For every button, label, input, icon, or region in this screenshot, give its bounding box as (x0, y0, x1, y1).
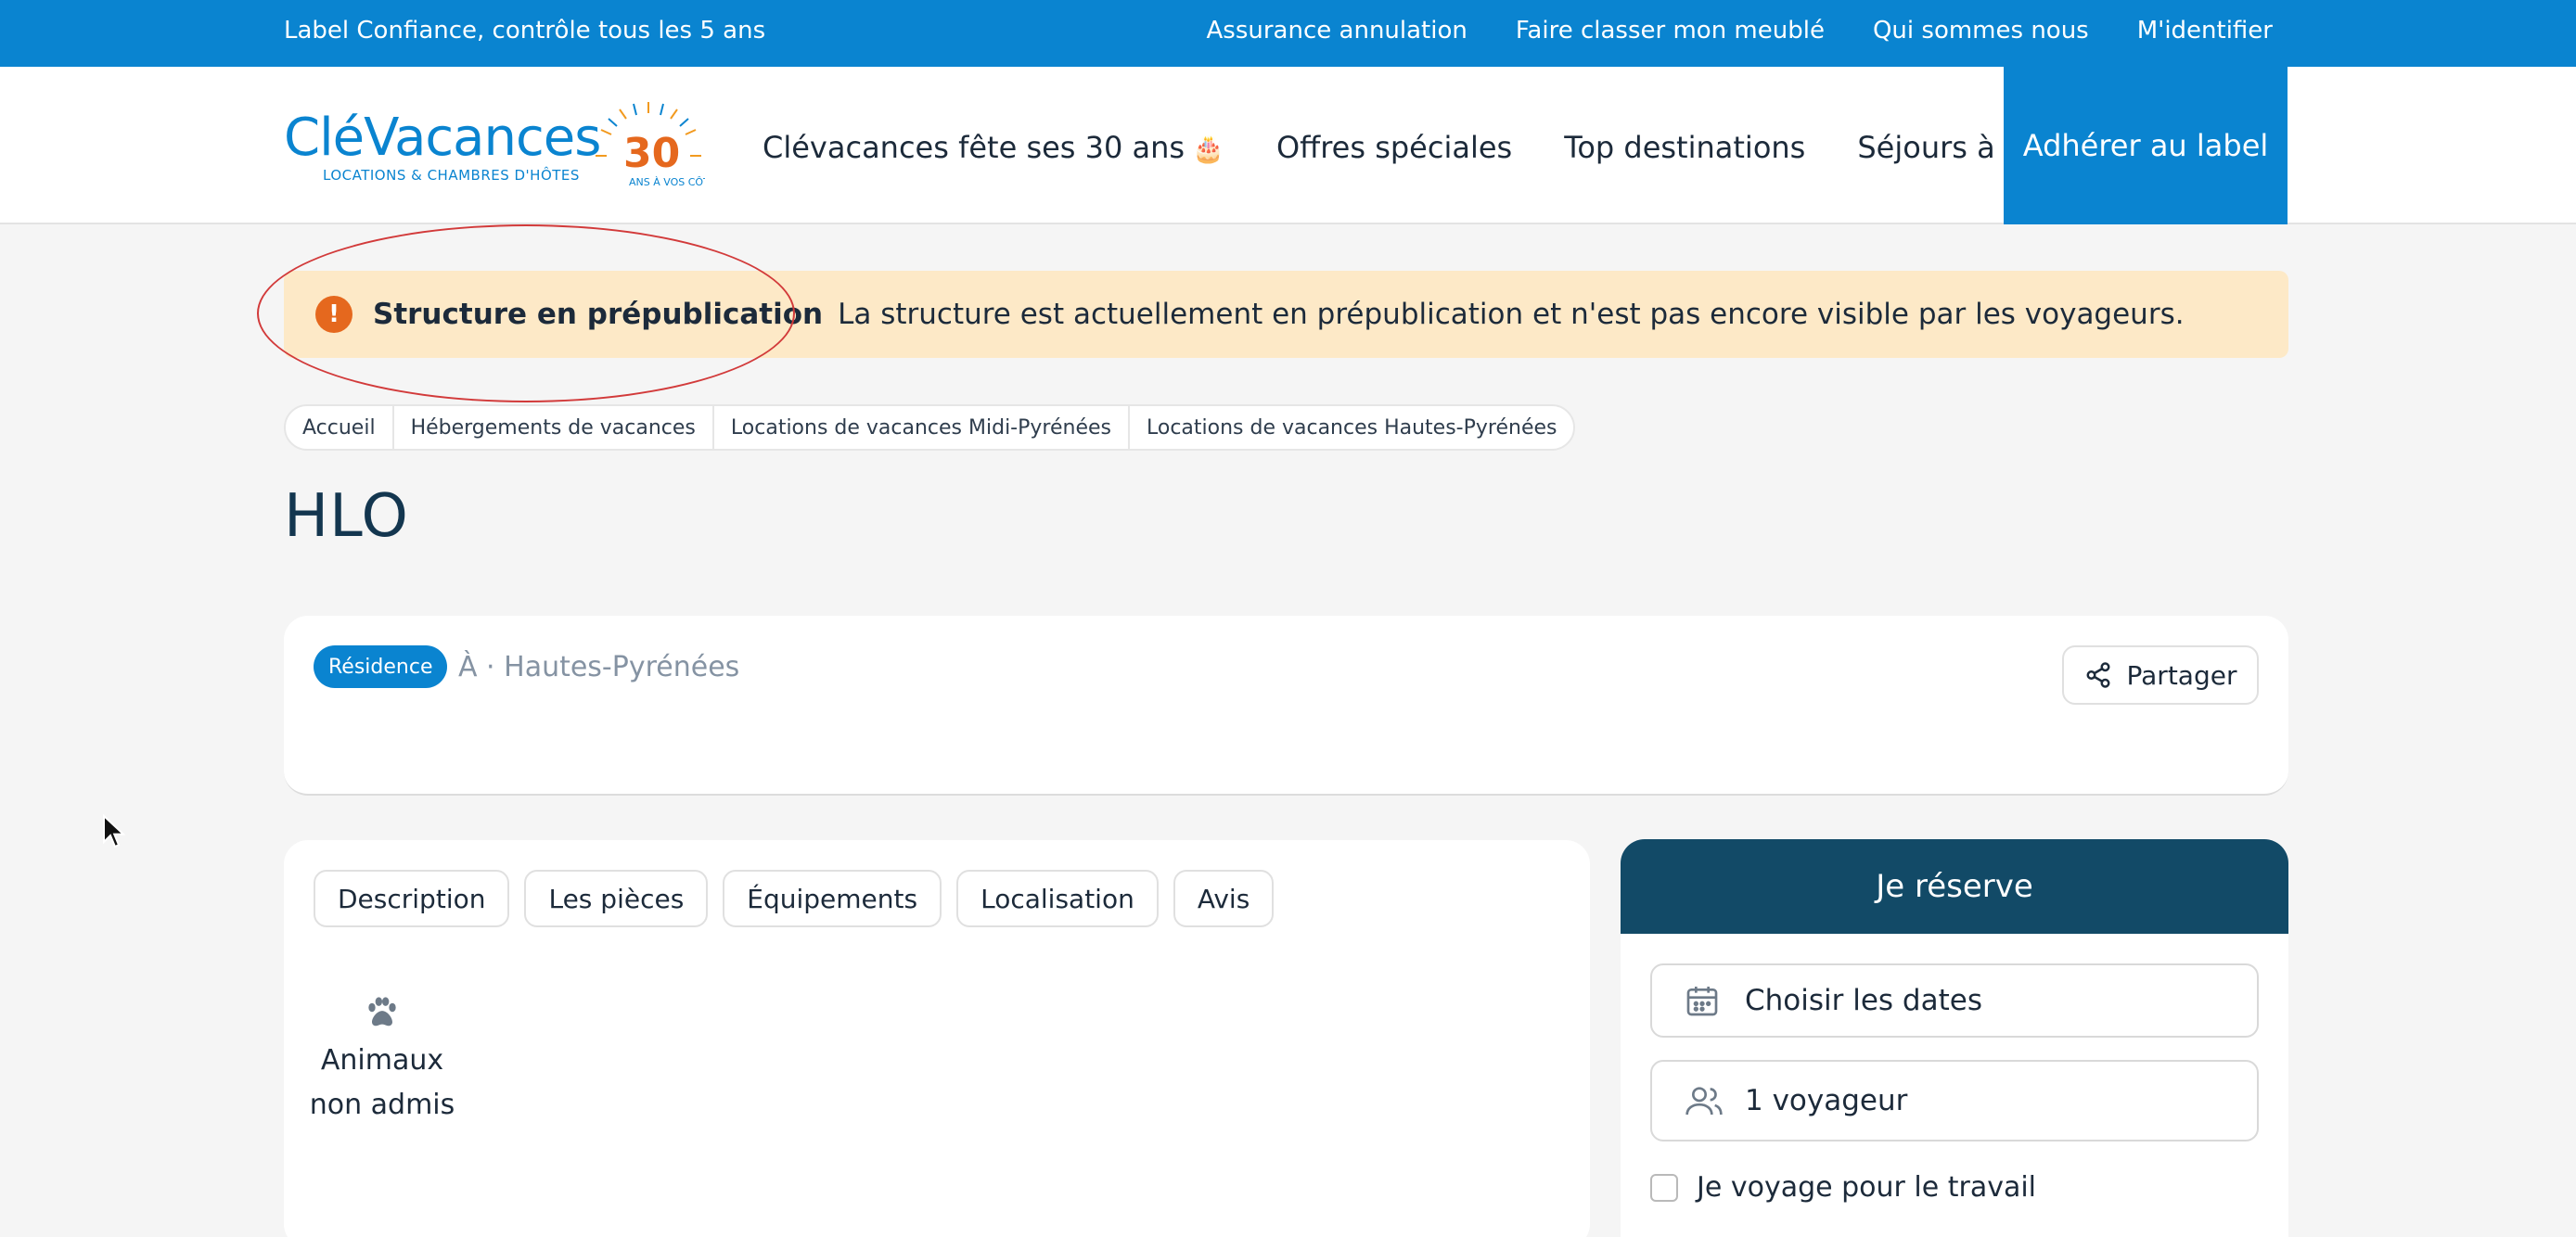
breadcrumb: Accueil Hébergements de vacances Locatio… (284, 404, 1576, 451)
trust-tagline: Label Confiance, contrôle tous les 5 ans (284, 17, 766, 45)
link-assurance-annulation[interactable]: Assurance annulation (1207, 17, 1467, 45)
top-bar: Label Confiance, contrôle tous les 5 ans… (0, 0, 2576, 67)
booking-title: Je réserve (1621, 839, 2288, 934)
top-links: Assurance annulation Faire classer mon m… (1207, 17, 2273, 45)
travelers-label: 1 voyageur (1745, 1084, 1908, 1117)
tab-equipements[interactable]: Équipements (723, 870, 942, 927)
details-card: Description Les pièces Équipements Local… (284, 840, 1590, 1237)
alert-message: La structure est actuellement en prépubl… (838, 298, 2185, 331)
logo-subtitle: LOCATIONS & CHAMBRES D'HÔTES (323, 167, 580, 184)
breadcrumb-hebergements[interactable]: Hébergements de vacances (394, 406, 714, 449)
main-header: CléVacances LOCATIONS & CHAMBRES D'HÔTES… (0, 67, 2576, 224)
share-button[interactable]: Partager (2062, 645, 2259, 705)
adherer-button[interactable]: Adhérer au label (2004, 67, 2288, 224)
link-qui-sommes-nous[interactable]: Qui sommes nous (1873, 17, 2089, 45)
booking-card: Je réserve Choisir les dates 1 voyageur … (1621, 839, 2288, 1237)
breadcrumb-accueil[interactable]: Accueil (286, 406, 394, 449)
users-icon (1684, 1082, 1724, 1119)
nav-item-30-ans[interactable]: Clévacances fête ses 30 ans 🎂 (763, 130, 1224, 165)
paw-icon (368, 997, 396, 1027)
red-annotation-circle (257, 224, 795, 402)
nav-item-destinations[interactable]: Top destinations (1564, 130, 1805, 165)
link-faire-classer[interactable]: Faire classer mon meublé (1516, 17, 1825, 45)
tab-avis[interactable]: Avis (1173, 870, 1275, 927)
checkbox-box[interactable] (1650, 1173, 1678, 1202)
logo-text: CléVacances (284, 108, 601, 168)
page-title-text: HLO (284, 482, 409, 547)
main-nav: Clévacances fête ses 30 ans 🎂 Offres spéc… (763, 130, 2116, 165)
breadcrumb-midi-pyrenees[interactable]: Locations de vacances Midi-Pyrénées (714, 406, 1130, 449)
calendar-icon (1684, 982, 1724, 1019)
share-label: Partager (2126, 659, 2237, 691)
property-location: À · Hautes-Pyrénées (458, 651, 740, 683)
share-icon (2086, 662, 2110, 688)
property-info-card: Résidence À · Hautes-Pyrénées Partager (284, 616, 2288, 796)
anniversary-badge-icon: 30 ANS À VOS CÔTÉS (596, 102, 705, 188)
dates-label: Choisir les dates (1745, 984, 1982, 1017)
link-login[interactable]: M'identifier (2137, 17, 2273, 45)
cake-icon: 🎂 (1192, 134, 1224, 164)
tab-pieces[interactable]: Les pièces (524, 870, 709, 927)
travelers-picker[interactable]: 1 voyageur (1650, 1060, 2259, 1141)
page-title: HLO (284, 482, 409, 547)
breadcrumb-hautes-pyrenees[interactable]: Locations de vacances Hautes-Pyrénées (1130, 406, 1573, 449)
tab-description[interactable]: Description (314, 870, 510, 927)
mouse-cursor-icon (103, 814, 126, 848)
badge-text: ANS À VOS CÔTÉS (629, 176, 705, 188)
badge-number: 30 (623, 130, 680, 177)
pets-feature: Animaux non admis (291, 992, 473, 1128)
section-tabs: Description Les pièces Équipements Local… (314, 870, 1275, 927)
property-type-badge: Résidence (314, 645, 448, 688)
dates-picker[interactable]: Choisir les dates (1650, 963, 2259, 1038)
business-travel-label: Je voyage pour le travail (1697, 1171, 2037, 1204)
nav-item-label: Clévacances fête ses 30 ans (763, 130, 1185, 165)
tab-localisation[interactable]: Localisation (956, 870, 1159, 927)
nav-item-offres[interactable]: Offres spéciales (1276, 130, 1512, 165)
pets-label: Animaux non admis (309, 1044, 455, 1121)
site-logo[interactable]: CléVacances LOCATIONS & CHAMBRES D'HÔTES… (284, 102, 711, 191)
business-travel-checkbox[interactable]: Je voyage pour le travail (1650, 1171, 2036, 1204)
